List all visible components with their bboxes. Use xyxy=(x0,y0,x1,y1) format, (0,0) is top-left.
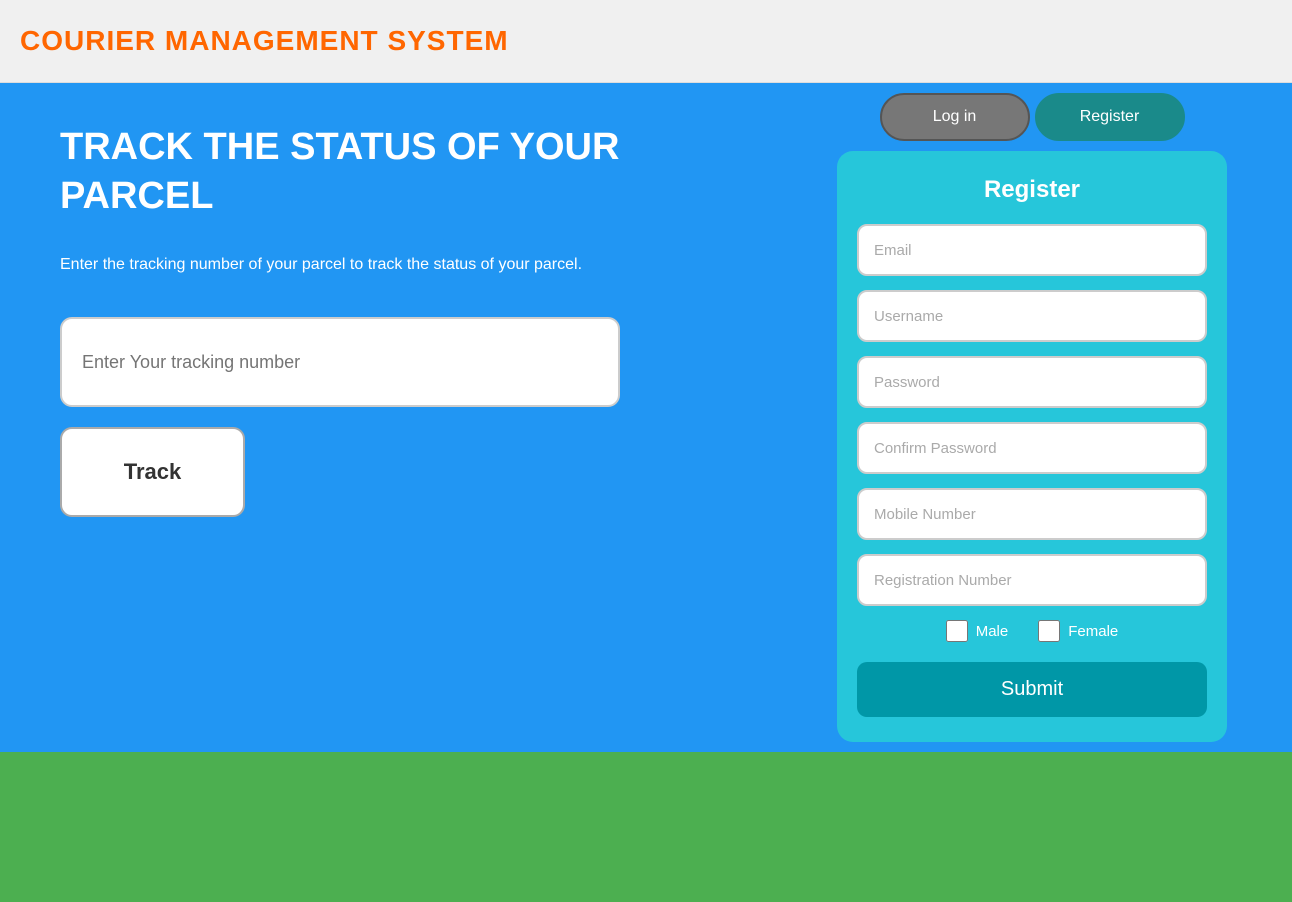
left-section: TRACK THE STATUS OF YOUR PARCEL Enter th… xyxy=(0,83,772,902)
hero-title: TRACK THE STATUS OF YOUR PARCEL xyxy=(60,123,712,222)
username-field[interactable] xyxy=(857,290,1207,342)
male-checkbox[interactable] xyxy=(946,620,968,642)
tab-register[interactable]: Register xyxy=(1035,93,1185,141)
gender-row: Male Female xyxy=(857,620,1207,642)
app-header: COURIER MANAGEMENT SYSTEM xyxy=(0,0,1292,83)
track-button[interactable]: Track xyxy=(60,427,245,517)
male-label: Male xyxy=(976,623,1009,640)
right-section: Log in Register Register Male xyxy=(772,83,1292,902)
female-label: Female xyxy=(1068,623,1118,640)
email-field[interactable] xyxy=(857,224,1207,276)
tab-login[interactable]: Log in xyxy=(880,93,1030,141)
main-area: TRACK THE STATUS OF YOUR PARCEL Enter th… xyxy=(0,83,1292,902)
auth-tabs: Log in Register xyxy=(880,93,1185,141)
tracking-number-input[interactable] xyxy=(60,317,620,407)
registration-number-field[interactable] xyxy=(857,554,1207,606)
app-title: COURIER MANAGEMENT SYSTEM xyxy=(20,25,509,57)
gender-female-option[interactable]: Female xyxy=(1038,620,1118,642)
password-field[interactable] xyxy=(857,356,1207,408)
female-checkbox[interactable] xyxy=(1038,620,1060,642)
mobile-number-field[interactable] xyxy=(857,488,1207,540)
submit-button[interactable]: Submit xyxy=(857,662,1207,717)
register-panel: Register Male Female Submit xyxy=(837,151,1227,742)
confirm-password-field[interactable] xyxy=(857,422,1207,474)
gender-male-option[interactable]: Male xyxy=(946,620,1009,642)
register-title: Register xyxy=(857,176,1207,204)
hero-description: Enter the tracking number of your parcel… xyxy=(60,252,712,278)
